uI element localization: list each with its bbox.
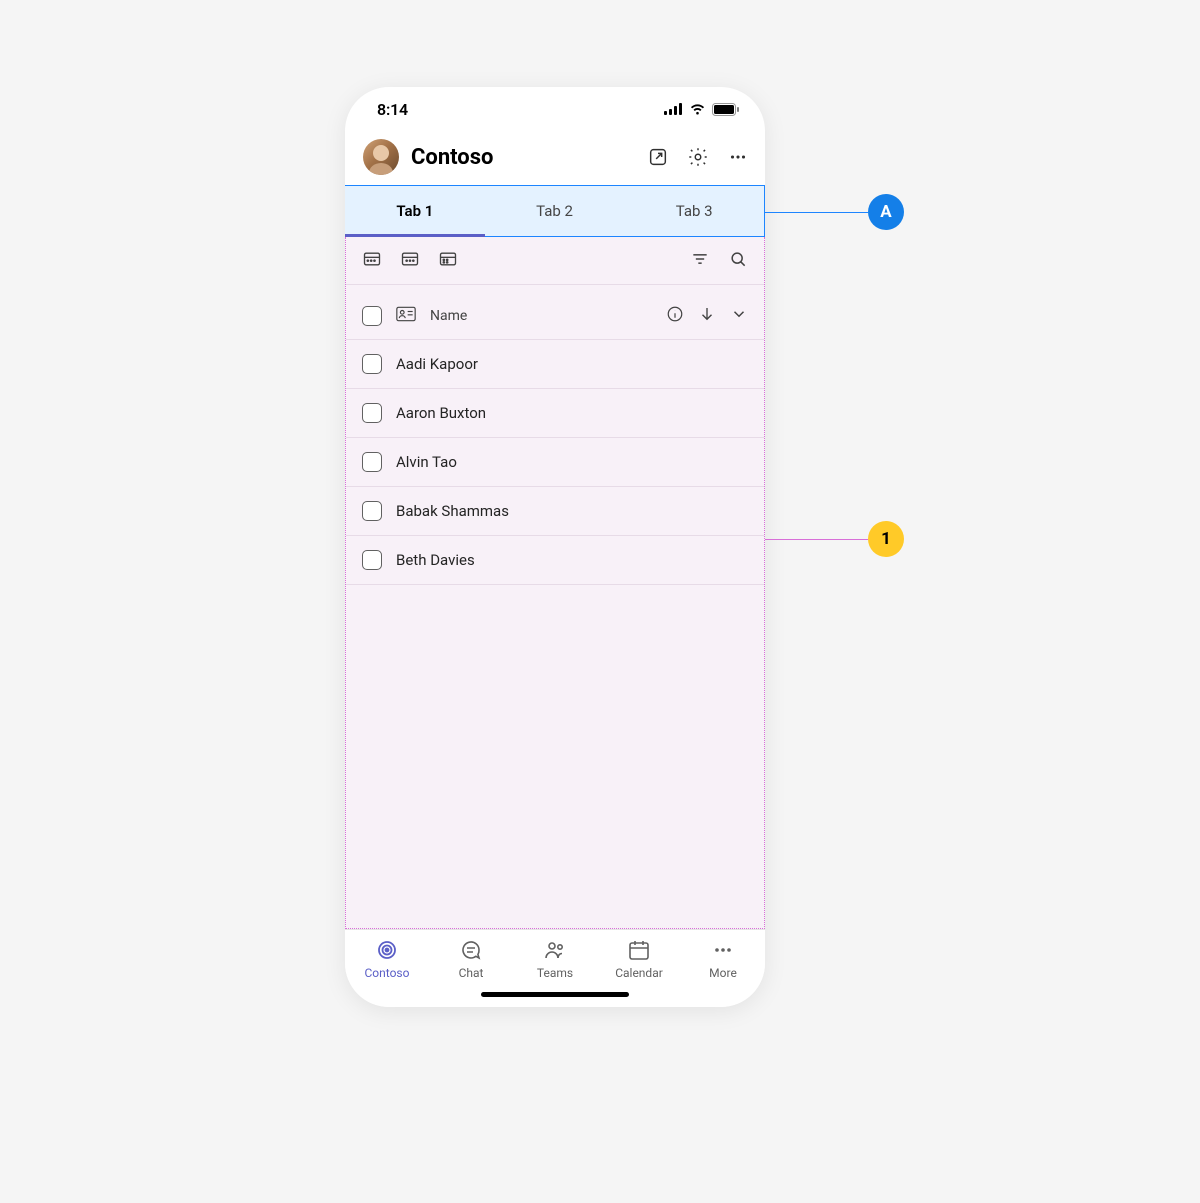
nav-label: More (709, 966, 737, 980)
list-item[interactable]: Aadi Kapoor (346, 339, 764, 389)
list-header: Name (346, 285, 764, 335)
info-icon[interactable] (666, 305, 684, 327)
row-checkbox[interactable] (362, 354, 382, 374)
row-checkbox[interactable] (362, 403, 382, 423)
status-icons (664, 103, 739, 116)
status-time: 8:14 (377, 100, 408, 119)
column-name-header[interactable]: Name (430, 308, 467, 324)
contact-card-icon (396, 306, 416, 326)
tab-label: Tab 2 (536, 202, 573, 220)
view-all-icon[interactable] (362, 249, 382, 273)
tab-label: Tab 1 (396, 202, 433, 220)
search-icon[interactable] (728, 249, 748, 273)
phone-frame: 8:14 Contoso Tab 1 Tab 2 Tab 3 (345, 87, 765, 1007)
annotation-leader-1 (765, 539, 868, 540)
annotation-badge-a: A (868, 194, 904, 230)
view-list-icon[interactable] (438, 249, 458, 273)
row-name: Babak Shammas (396, 502, 509, 520)
wifi-icon (689, 103, 706, 115)
nav-label: Contoso (365, 966, 410, 980)
row-checkbox[interactable] (362, 550, 382, 570)
sort-arrow-down-icon[interactable] (698, 305, 716, 327)
nav-label: Teams (537, 966, 573, 980)
nav-calendar[interactable]: Calendar (603, 938, 675, 980)
nav-more[interactable]: More (687, 938, 759, 980)
tab-label: Tab 3 (676, 202, 713, 220)
nav-label: Chat (459, 966, 484, 980)
nav-label: Calendar (615, 966, 663, 980)
tab-1[interactable]: Tab 1 (345, 186, 485, 236)
tab-3[interactable]: Tab 3 (624, 186, 764, 236)
more-icon[interactable] (727, 146, 749, 168)
status-bar: 8:14 (345, 87, 765, 131)
chat-icon (459, 938, 483, 962)
list-item[interactable]: Beth Davies (346, 536, 764, 585)
tab-2[interactable]: Tab 2 (485, 186, 625, 236)
row-name: Aadi Kapoor (396, 355, 478, 373)
row-name: Alvin Tao (396, 453, 457, 471)
gear-icon[interactable] (687, 146, 709, 168)
list-item[interactable]: Alvin Tao (346, 438, 764, 487)
content-area: Name Aadi Kapoor Aaron Buxton Alvin Tao (345, 237, 765, 929)
list-item[interactable]: Aaron Buxton (346, 389, 764, 438)
annotation-leader-a (765, 212, 868, 213)
chevron-down-icon[interactable] (730, 305, 748, 327)
battery-icon (712, 103, 739, 116)
page-title: Contoso (411, 145, 493, 170)
list-toolbar (346, 237, 764, 285)
row-checkbox[interactable] (362, 501, 382, 521)
home-indicator (481, 992, 629, 997)
app-icon (375, 938, 399, 962)
annotation-badge-1: 1 (868, 521, 904, 557)
app-header: Contoso (345, 131, 765, 185)
more-icon (711, 938, 735, 962)
calendar-icon (627, 938, 651, 962)
list-rows: Aadi Kapoor Aaron Buxton Alvin Tao Babak… (346, 335, 764, 585)
list-item[interactable]: Babak Shammas (346, 487, 764, 536)
filter-icon[interactable] (690, 249, 710, 273)
view-grid-icon[interactable] (400, 249, 420, 273)
row-name: Aaron Buxton (396, 404, 486, 422)
cellular-icon (664, 103, 683, 115)
select-all-checkbox[interactable] (362, 306, 382, 326)
tabs-bar: Tab 1 Tab 2 Tab 3 (345, 185, 765, 237)
avatar[interactable] (363, 139, 399, 175)
nav-chat[interactable]: Chat (435, 938, 507, 980)
nav-contoso[interactable]: Contoso (351, 938, 423, 980)
nav-teams[interactable]: Teams (519, 938, 591, 980)
row-name: Beth Davies (396, 551, 475, 569)
row-checkbox[interactable] (362, 452, 382, 472)
teams-icon (543, 938, 567, 962)
open-external-icon[interactable] (647, 146, 669, 168)
